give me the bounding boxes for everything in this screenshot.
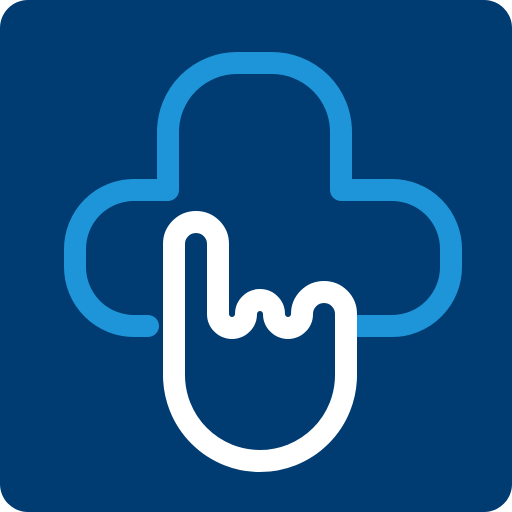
app-icon: [0, 0, 512, 512]
app-icon-graphic: [0, 0, 512, 512]
